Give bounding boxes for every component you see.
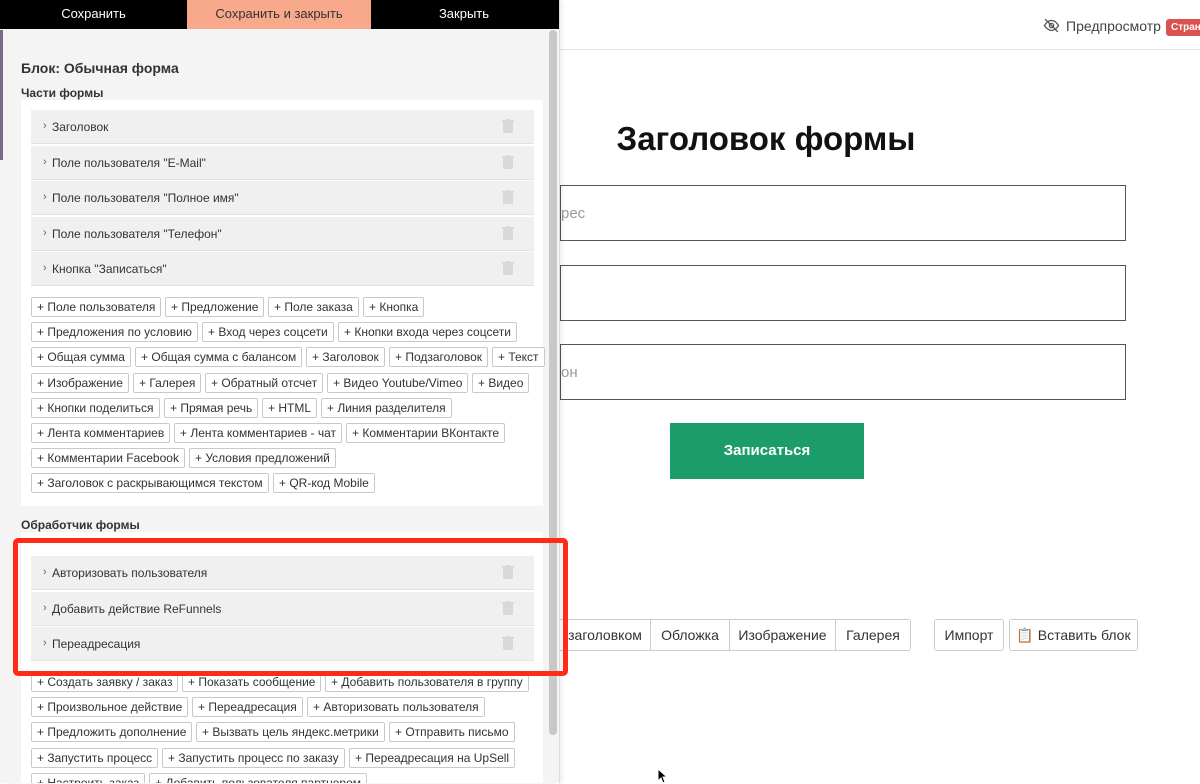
pages-badge[interactable]: Стран [1166, 19, 1200, 36]
add-chip[interactable]: + Предложить дополнение [31, 722, 193, 743]
add-chip[interactable]: + Произвольное действие [31, 697, 189, 718]
add-chip[interactable]: + Переадресация [192, 697, 303, 718]
add-chip[interactable]: + Лента комментариев [31, 423, 171, 443]
add-chip[interactable]: + Подзаголовок [389, 347, 489, 368]
toolbar-segment-cover[interactable]: Обложка [650, 619, 730, 651]
form-part-row[interactable]: › Поле пользователя "Полное имя" [31, 181, 534, 215]
add-chip[interactable]: + Поле пользователя [31, 297, 162, 317]
form-part-row[interactable]: › Кнопка "Записаться" [31, 252, 534, 286]
add-chip[interactable]: + Запустить процесс [31, 747, 159, 768]
chevron-right-icon[interactable]: › [43, 156, 47, 168]
eye-off-icon [1043, 18, 1060, 33]
preview-label: Предпросмотр [1066, 17, 1161, 34]
add-chip[interactable]: + Предложение [165, 297, 265, 317]
add-chip[interactable]: + QR-код Mobile [273, 473, 375, 494]
form-part-label: Поле пользователя "Полное имя" [52, 191, 239, 205]
add-chip[interactable]: + Комментарии Facebook [31, 448, 185, 469]
toolbar-segment-image[interactable]: Изображение [729, 619, 836, 651]
trash-icon[interactable] [502, 119, 514, 134]
toolbar-segment-heading[interactable]: заголовком [560, 619, 651, 651]
add-chip[interactable]: + Отправить письмо [389, 722, 515, 743]
form-part-row[interactable]: › Поле пользователя "Телефон" [31, 216, 534, 251]
chevron-right-icon[interactable]: › [43, 262, 47, 274]
form-part-label: Заголовок [52, 120, 109, 134]
form-part-label: Поле пользователя "Телефон" [52, 226, 222, 241]
name-input[interactable] [560, 265, 1126, 321]
add-chip[interactable]: + Поле заказа [268, 297, 359, 317]
form-part-row[interactable]: › Поле пользователя "E-Mail" [31, 145, 534, 180]
add-chip[interactable]: + Общая сумма с балансом [135, 347, 303, 368]
panel-top-bar: Сохранить Сохранить и закрыть Закрыть [0, 0, 559, 29]
clipboard-icon: 📋 [1016, 627, 1034, 643]
chevron-right-icon[interactable]: › [43, 227, 47, 239]
add-chip[interactable]: + Настроить заказ [31, 772, 146, 783]
add-chip[interactable]: + Линия разделителя [321, 397, 452, 418]
add-chip[interactable]: + Видео [472, 372, 530, 393]
add-chip[interactable]: + Текст [492, 347, 545, 368]
trash-icon[interactable] [502, 225, 514, 241]
phone-input[interactable]: он [560, 344, 1126, 400]
submit-button[interactable]: Записаться [670, 423, 864, 479]
close-button[interactable]: Закрыть [371, 0, 557, 29]
email-input-placeholder: рес [561, 205, 586, 222]
trash-icon[interactable] [502, 190, 514, 205]
form-part-label: Кнопка "Записаться" [52, 262, 167, 276]
chevron-right-icon[interactable]: › [43, 120, 47, 132]
add-chip[interactable]: + Запустить процесс по заказу [162, 747, 345, 768]
form-parts-label: Части формы [21, 86, 104, 100]
form-part-row[interactable]: › Заголовок [31, 110, 534, 144]
panel-edge [0, 30, 3, 160]
toolbar-segment-gallery[interactable]: Галерея [835, 619, 911, 651]
trash-icon[interactable] [502, 261, 514, 276]
add-chip[interactable]: + Добавить пользователя партнером [149, 772, 368, 783]
add-chip[interactable]: + Кнопки поделиться [31, 397, 160, 418]
save-and-close-button[interactable]: Сохранить и закрыть [187, 0, 371, 29]
form-handler-label: Обработчик формы [21, 518, 140, 532]
trash-icon[interactable] [502, 154, 514, 170]
chevron-right-icon[interactable]: › [43, 191, 47, 203]
paste-block-label: Вставить блок [1037, 627, 1131, 643]
add-chip[interactable]: + Авторизовать пользователя [307, 697, 485, 718]
add-chip[interactable]: + Видео Youtube/Vimeo [327, 372, 469, 393]
add-chip[interactable]: + Заголовок с раскрывающимся текстом [31, 473, 269, 494]
add-chip[interactable]: + Предложения по условию [31, 322, 198, 343]
add-chip[interactable]: + Заголовок [306, 347, 385, 368]
mouse-cursor-icon [657, 768, 669, 784]
add-chip[interactable]: + Условия предложений [189, 448, 336, 469]
add-chip[interactable]: + Кнопки входа через соцсети [338, 322, 517, 343]
phone-input-placeholder: он [561, 364, 578, 381]
save-button[interactable]: Сохранить [0, 0, 187, 29]
add-chip[interactable]: + Изображение [31, 372, 129, 393]
add-chip[interactable]: + Общая сумма [31, 347, 131, 368]
add-chip[interactable]: + Прямая речь [164, 397, 259, 418]
paste-block-button[interactable]: 📋 Вставить блок [1009, 619, 1138, 651]
add-chip[interactable]: + Переадресация на UpSell [349, 747, 516, 768]
preview-button[interactable]: Предпросмотр [1043, 17, 1161, 34]
import-button[interactable]: Импорт [934, 619, 1004, 651]
add-chip[interactable]: + Лента комментариев - чат [174, 423, 343, 443]
add-chip[interactable]: + Галерея [133, 372, 202, 393]
add-chip[interactable]: + HTML [262, 397, 318, 418]
add-chip[interactable]: + Комментарии ВКонтакте [346, 423, 506, 443]
form-title[interactable]: Заголовок формы [560, 120, 972, 158]
email-input[interactable]: рес [560, 185, 1126, 241]
block-title: Блок: Обычная форма [21, 60, 179, 76]
add-chip[interactable]: + Вход через соцсети [202, 322, 334, 343]
add-chip[interactable]: + Обратный отсчет [205, 372, 324, 393]
highlight-annotation [13, 538, 568, 676]
add-chip[interactable]: + Кнопка [363, 297, 425, 317]
form-part-label: Поле пользователя "E-Mail" [52, 155, 206, 170]
add-chip[interactable]: + Вызвать цель яндекс.метрики [196, 722, 385, 743]
